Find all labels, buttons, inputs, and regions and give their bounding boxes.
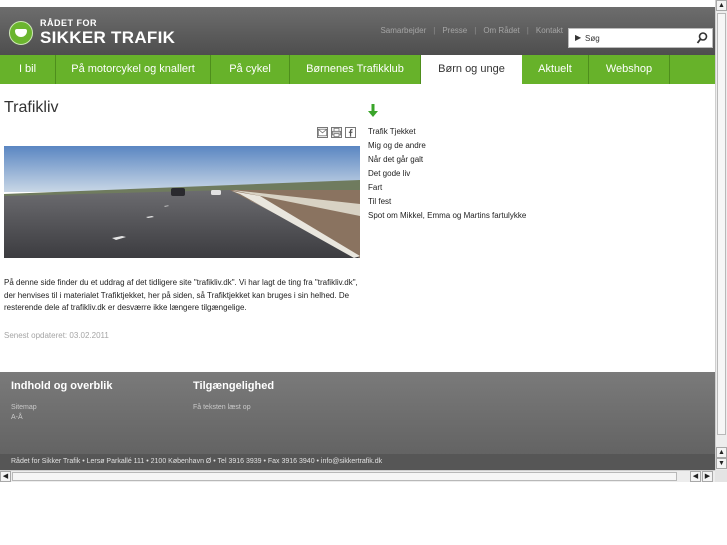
sidebar-link-spot[interactable]: Spot om Mikkel, Emma og Martins fartulyk… [368, 209, 526, 223]
sidebar-link-fart[interactable]: Fart [368, 181, 526, 195]
intro-text: På denne side finder du et uddrag af det… [4, 278, 358, 312]
nav-item-webshop[interactable]: Webshop [589, 55, 670, 84]
sidebar-link-list: Trafik Tjekket Mig og de andre Når det g… [368, 125, 526, 223]
site-header: RÅDET FOR SIKKER TRAFIK Samarbejder | Pres… [0, 7, 715, 55]
scroll-left-button-right[interactable]: ◀ [690, 471, 701, 482]
facebook-icon[interactable] [345, 127, 356, 138]
nav-item-motorcykel[interactable]: På motorcykel og knallert [56, 55, 211, 84]
search-box: ▶ [568, 28, 713, 48]
footer-address: Rådet for Sikker Trafik • Lersø Parkallé… [11, 458, 383, 465]
page-title: Trafikliv [4, 99, 59, 116]
email-icon[interactable] [317, 127, 328, 138]
last-updated: Senest opdateret: 03.02.2011 [4, 331, 109, 340]
toplink-samarbejder[interactable]: Samarbejder [380, 26, 426, 35]
separator: | [474, 26, 477, 35]
scroll-left-button[interactable]: ◀ [0, 471, 11, 482]
nav-item-cykel[interactable]: På cykel [211, 55, 290, 84]
nav-item-i-bil[interactable]: I bil [0, 55, 56, 84]
scroll-up-button[interactable]: ▲ [716, 0, 727, 11]
logo-title[interactable]: SIKKER TRAFIK [40, 28, 175, 48]
scrollbar-corner [715, 470, 727, 482]
site-footer: Indhold og overblik Sitemap A-Å Tilgænge… [0, 372, 715, 470]
hero-road-image [4, 146, 360, 258]
main-nav: I bil På motorcykel og knallert På cykel… [0, 55, 715, 84]
search-icon[interactable] [696, 31, 708, 45]
print-icon[interactable] [331, 127, 342, 138]
logo-subtitle[interactable]: RÅDET FOR [40, 18, 97, 28]
toplink-presse[interactable]: Presse [442, 26, 467, 35]
sidebar-link-trafik-tjekket[interactable]: Trafik Tjekket [368, 125, 526, 139]
search-arrow-icon: ▶ [575, 33, 582, 42]
toplink-kontakt[interactable]: Kontakt [536, 26, 563, 35]
search-input[interactable] [585, 31, 685, 45]
horizontal-scrollbar[interactable]: ◀ ◀ ▶ [0, 470, 715, 482]
separator: | [526, 26, 529, 35]
sidebar-link-til-fest[interactable]: Til fest [368, 195, 526, 209]
footer-link-a-aa[interactable]: A-Å [11, 414, 23, 421]
footer-link-sitemap[interactable]: Sitemap [11, 404, 37, 411]
crown-logo-icon[interactable] [9, 21, 33, 45]
sidebar-link-det-gode-liv[interactable]: Det gode liv [368, 167, 526, 181]
sidebar-link-naar-det-gaar-galt[interactable]: Når det går galt [368, 153, 526, 167]
toplink-om-raadet[interactable]: Om Rådet [483, 26, 519, 35]
scroll-right-button[interactable]: ▶ [702, 471, 713, 482]
horizontal-scroll-thumb[interactable] [12, 472, 677, 481]
nav-item-boernenes-trafikklub[interactable]: Børnenes Trafikklub [290, 55, 421, 84]
browser-viewport: RÅDET FOR SIKKER TRAFIK Samarbejder | Pres… [0, 0, 715, 470]
footer-heading-tilgaengelighed: Tilgængelighed [193, 380, 275, 392]
nav-item-boern-og-unge[interactable]: Børn og unge [421, 55, 522, 84]
top-links: Samarbejder | Presse | Om Rådet | Kontakt [380, 26, 563, 35]
sidebar-link-mig-og-de-andre[interactable]: Mig og de andre [368, 139, 526, 153]
green-down-arrow-icon [368, 104, 378, 117]
separator: | [433, 26, 436, 35]
footer-link-laest-op[interactable]: Få teksten læst op [193, 404, 251, 411]
scroll-down-button[interactable]: ▼ [716, 458, 727, 469]
nav-item-aktuelt[interactable]: Aktuelt [522, 55, 589, 84]
footer-heading-indhold: Indhold og overblik [11, 380, 113, 392]
scroll-up-button-lower[interactable]: ▲ [716, 447, 727, 458]
vertical-scrollbar[interactable]: ▲ ▲ ▼ [715, 0, 727, 470]
vertical-scroll-thumb[interactable] [717, 13, 726, 435]
